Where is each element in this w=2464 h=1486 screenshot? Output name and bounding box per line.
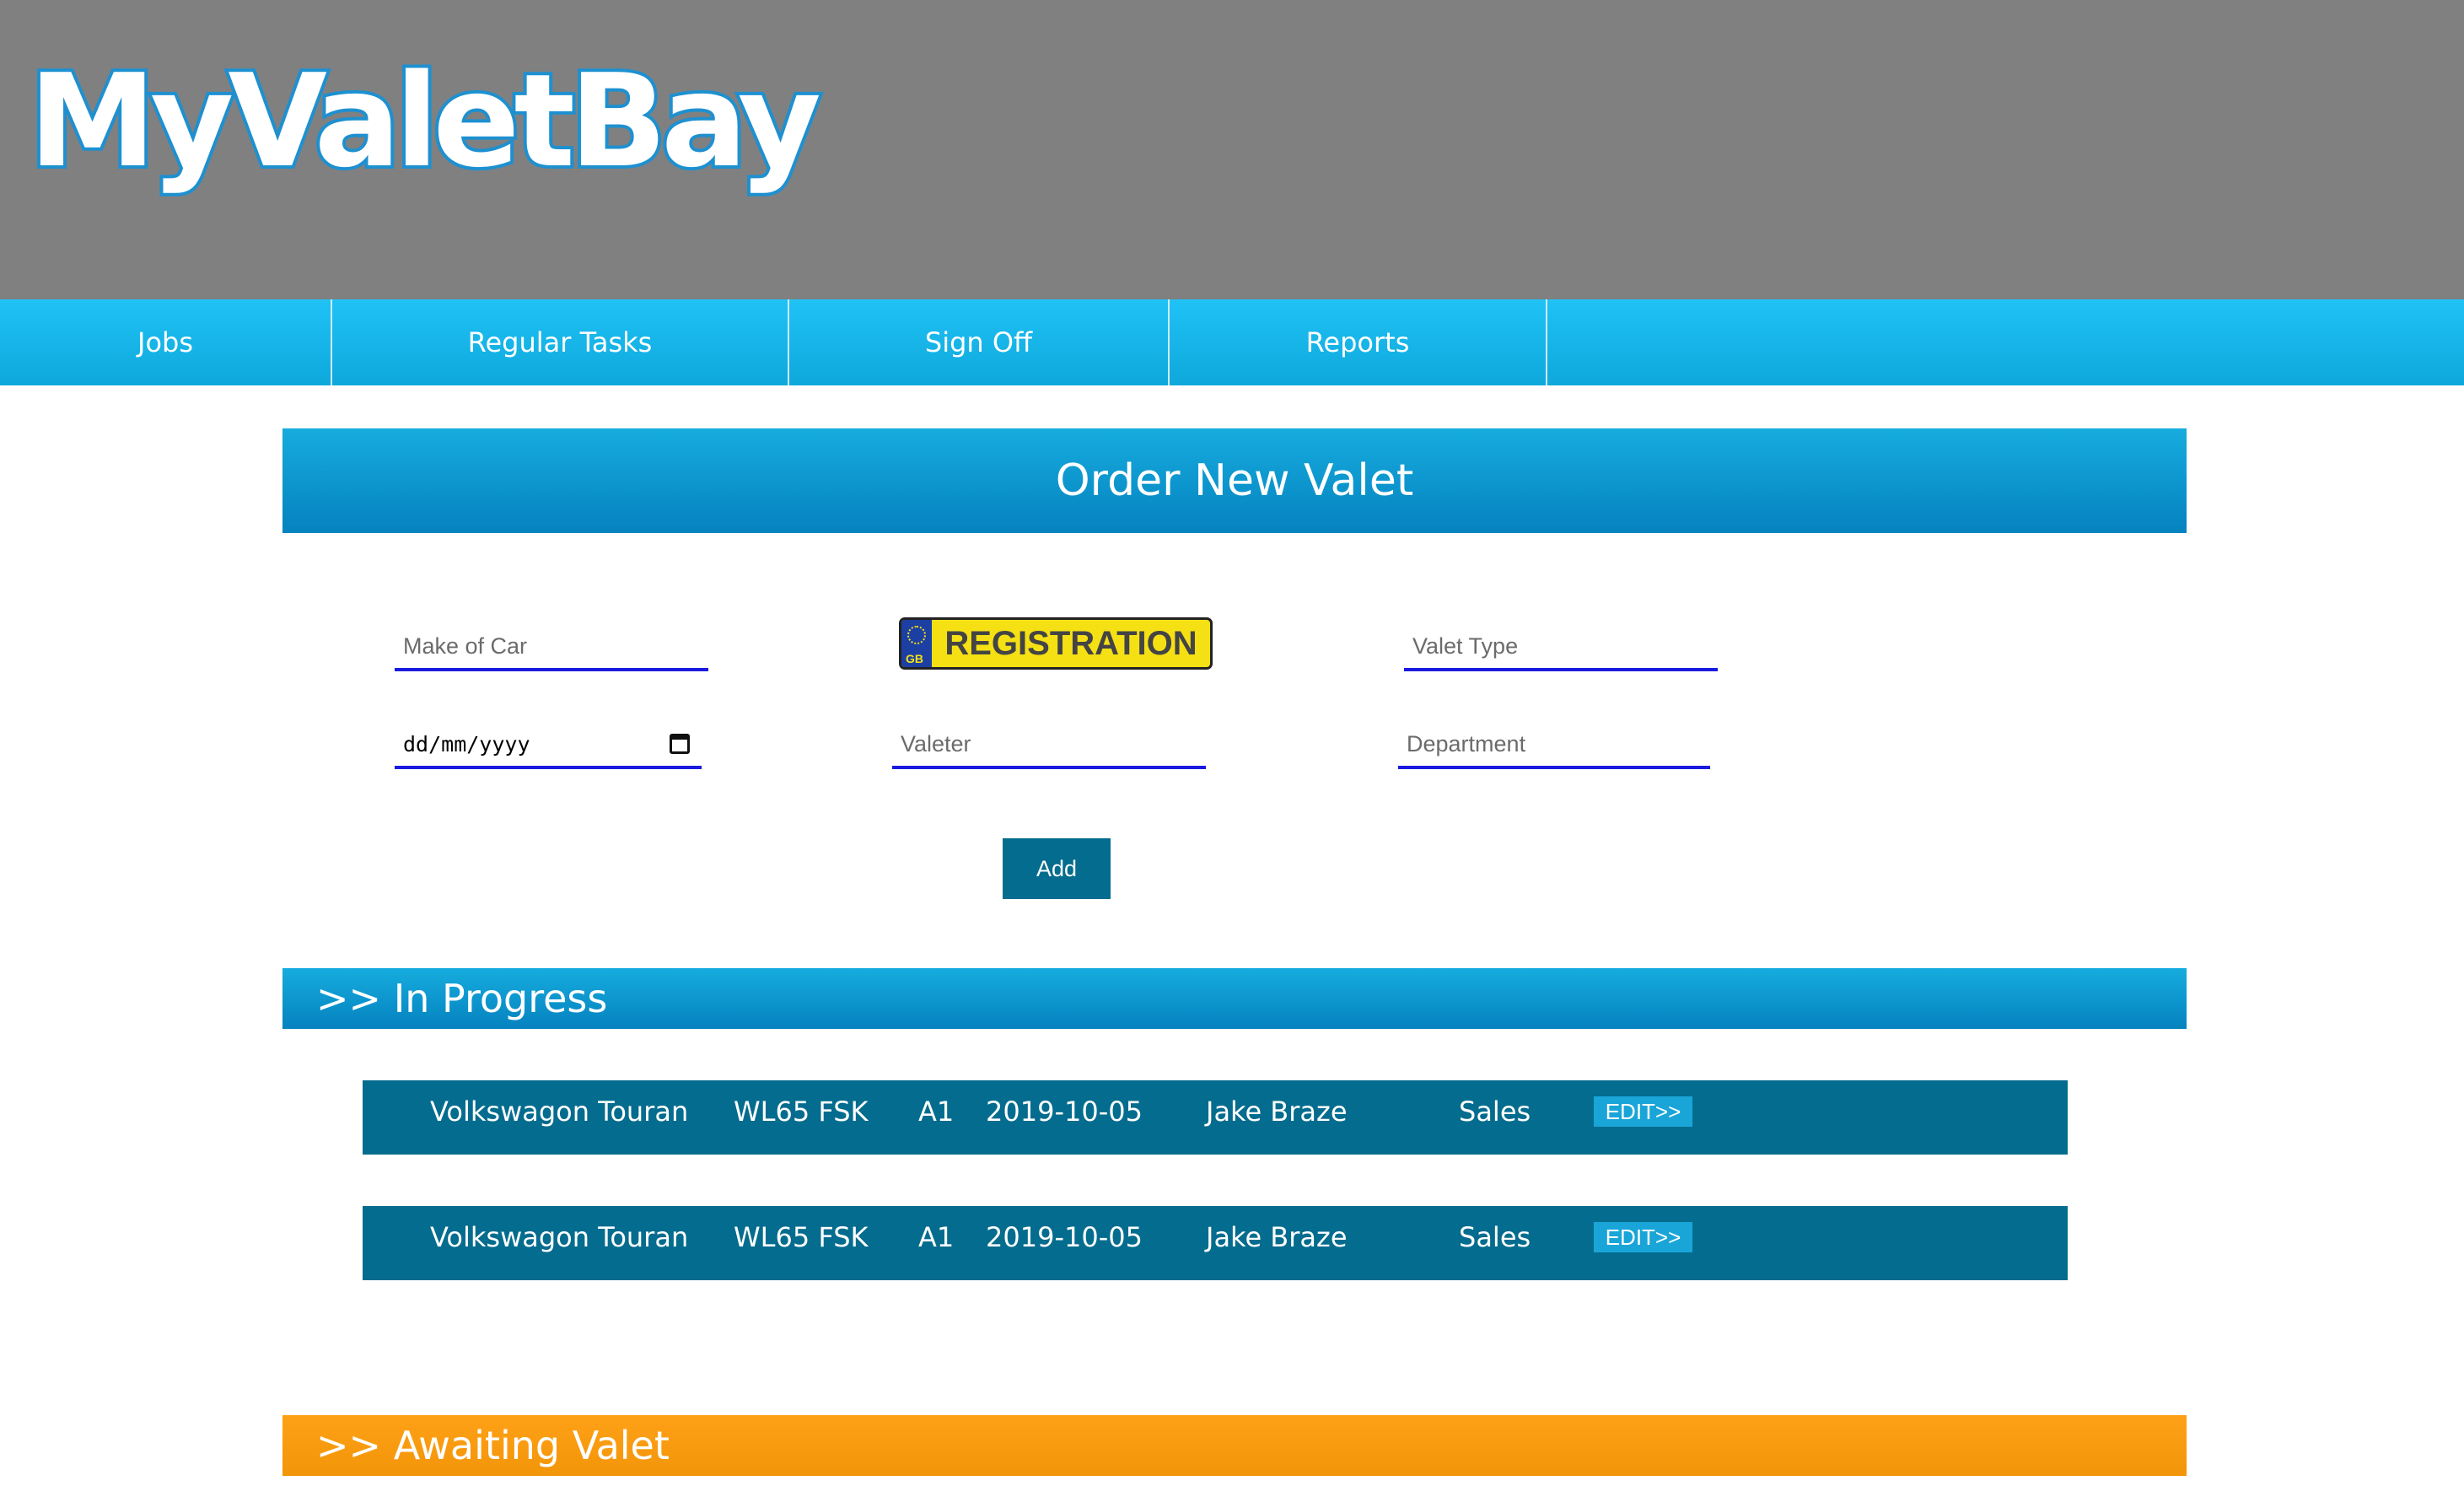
row-department: Sales <box>1459 1221 1531 1253</box>
edit-button[interactable]: EDIT>> <box>1594 1222 1692 1252</box>
table-row[interactable]: Volkswagon Touran WL65 FSK A1 2019-10-05… <box>363 1080 2068 1155</box>
row-department: Sales <box>1459 1096 1531 1128</box>
row-make: Volkswagon Touran <box>430 1096 689 1128</box>
eu-stars-icon <box>907 626 926 644</box>
valet-type-input[interactable] <box>1404 624 1718 671</box>
logo[interactable]: MyValetBay <box>25 54 825 189</box>
row-valet-type: A1 <box>918 1096 955 1128</box>
row-valeter: Jake Braze <box>1206 1096 1348 1128</box>
awaiting-valet-heading[interactable]: >> Awaiting Valet <box>282 1415 2187 1476</box>
gb-plate-icon: GB <box>901 620 932 667</box>
header: MyValetBay <box>0 0 2464 299</box>
registration-plate-text: REGISTRATION <box>944 624 1197 662</box>
in-progress-heading[interactable]: >> In Progress <box>282 968 2187 1029</box>
plate-country-code: GB <box>906 652 923 665</box>
row-valet-type: A1 <box>918 1221 955 1253</box>
row-valeter: Jake Braze <box>1206 1221 1348 1253</box>
order-new-valet-heading: Order New Valet <box>282 428 2187 533</box>
row-registration: WL65 FSK <box>734 1221 869 1253</box>
valeter-input[interactable] <box>892 722 1206 769</box>
table-row[interactable]: Volkswagon Touran WL65 FSK A1 2019-10-05… <box>363 1206 2068 1280</box>
nav-item-regular-tasks[interactable]: Regular Tasks <box>332 299 789 385</box>
registration-plate-input[interactable]: GB REGISTRATION <box>899 617 1213 670</box>
row-date: 2019-10-05 <box>986 1096 1143 1128</box>
department-input[interactable] <box>1398 722 1710 769</box>
nav-item-jobs[interactable]: Jobs <box>0 299 332 385</box>
date-placeholder: dd/mm/yyyy <box>403 731 530 756</box>
main-nav: Jobs Regular Tasks Sign Off Reports <box>0 299 2464 385</box>
add-button[interactable]: Add <box>1003 838 1111 899</box>
calendar-icon[interactable] <box>670 734 690 754</box>
edit-button[interactable]: EDIT>> <box>1594 1096 1692 1127</box>
row-make: Volkswagon Touran <box>430 1221 689 1253</box>
row-date: 2019-10-05 <box>986 1221 1143 1253</box>
date-input[interactable]: dd/mm/yyyy <box>395 722 702 769</box>
make-of-car-input[interactable] <box>395 624 708 671</box>
nav-item-sign-off[interactable]: Sign Off <box>789 299 1170 385</box>
row-registration: WL65 FSK <box>734 1096 869 1128</box>
nav-item-reports[interactable]: Reports <box>1170 299 1547 385</box>
